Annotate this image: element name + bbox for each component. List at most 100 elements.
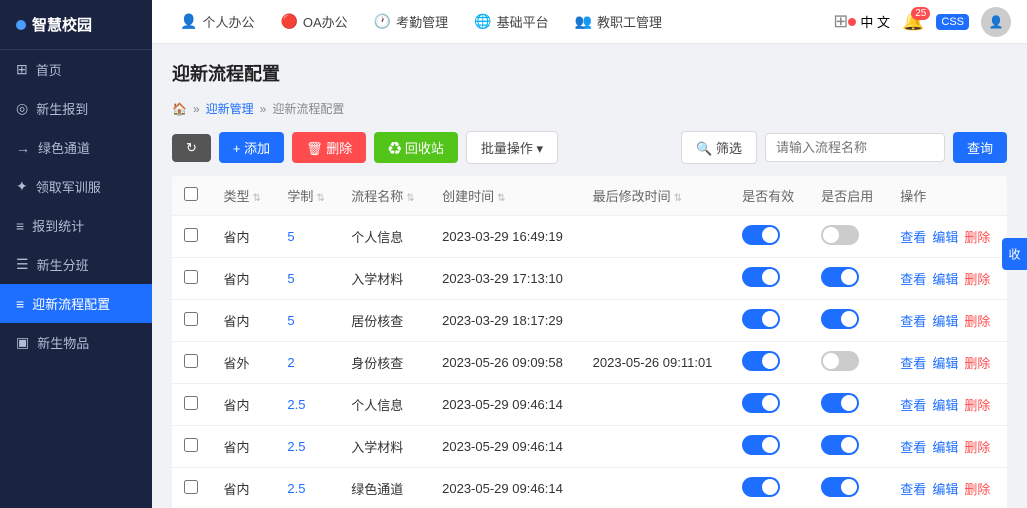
toggle-enabled-5[interactable]	[742, 435, 780, 455]
search-button[interactable]: 查询	[953, 132, 1007, 163]
sidebar-item-1[interactable]: ◎新生报到	[0, 89, 152, 128]
view-btn-5[interactable]: 查看	[900, 440, 926, 455]
sidebar-item-3[interactable]: ✦领取军训服	[0, 167, 152, 206]
refresh-button[interactable]: ↻	[172, 134, 211, 162]
cell-credit-3: 2	[275, 342, 339, 384]
toggle-active-1[interactable]	[821, 267, 859, 287]
topnav-item-4[interactable]: 👥教职工管理	[563, 6, 674, 37]
topnav-icon-3: 🌐	[474, 13, 491, 30]
topnav-item-0[interactable]: 👤个人办公	[168, 6, 266, 37]
toggle-enabled-2[interactable]	[742, 309, 780, 329]
cell-modified-3: 2023-05-26 09:11:01	[581, 342, 731, 384]
breadcrumb: 🏠 » 迎新管理 » 迎新流程配置	[172, 100, 1007, 117]
toggle-enabled-4[interactable]	[742, 393, 780, 413]
row-checkbox-5[interactable]	[184, 438, 198, 452]
view-btn-0[interactable]: 查看	[900, 230, 926, 245]
sidebar-item-2[interactable]: →绿色通道	[0, 128, 152, 167]
toggle-active-4[interactable]	[821, 393, 859, 413]
cell-credit-4: 2.5	[275, 384, 339, 426]
add-button[interactable]: + 添加	[219, 132, 284, 163]
delete-btn-6[interactable]: 删除	[964, 482, 990, 497]
breadcrumb-management[interactable]: 迎新管理	[206, 100, 254, 117]
delete-btn-0[interactable]: 删除	[964, 230, 990, 245]
edit-btn-5[interactable]: 编辑	[932, 440, 958, 455]
sidebar-item-7[interactable]: ▣新生物品	[0, 323, 152, 362]
row-checkbox-0[interactable]	[184, 228, 198, 242]
cell-enabled-0	[730, 216, 809, 258]
batch-button[interactable]: 批量操作 ▾	[466, 131, 558, 164]
view-btn-4[interactable]: 查看	[900, 398, 926, 413]
edit-btn-4[interactable]: 编辑	[932, 398, 958, 413]
cell-type-6: 省内	[212, 468, 276, 508]
sidebar-item-5[interactable]: ☰新生分班	[0, 245, 152, 284]
cell-name-2: 居份核查	[339, 300, 430, 342]
search-input[interactable]	[765, 133, 945, 162]
delete-btn-1[interactable]: 删除	[964, 272, 990, 287]
edit-btn-0[interactable]: 编辑	[932, 230, 958, 245]
topnav-label-1: OA办公	[303, 12, 348, 31]
toggle-active-2[interactable]	[821, 309, 859, 329]
home-icon[interactable]: 🏠	[172, 102, 187, 116]
breadcrumb-current: 迎新流程配置	[272, 100, 344, 117]
cell-created-2: 2023-03-29 18:17:29	[430, 300, 581, 342]
topnav-label-0: 个人办公	[202, 12, 254, 31]
sidebar-item-6[interactable]: ≡迎新流程配置	[0, 284, 152, 323]
delete-btn-4[interactable]: 删除	[964, 398, 990, 413]
view-btn-6[interactable]: 查看	[900, 482, 926, 497]
toggle-enabled-0[interactable]	[742, 225, 780, 245]
toggle-knob-active-4	[841, 395, 857, 411]
avatar[interactable]: 👤	[981, 7, 1011, 37]
col-header-0[interactable]: 类型⇅	[212, 176, 276, 216]
edit-btn-1[interactable]: 编辑	[932, 272, 958, 287]
col-header-5[interactable]: 是否有效	[730, 176, 809, 216]
edit-btn-2[interactable]: 编辑	[932, 314, 958, 329]
col-header-2[interactable]: 流程名称⇅	[339, 176, 430, 216]
notification-bell[interactable]: 🔔 25	[902, 11, 924, 32]
language-switcher[interactable]: 中 文	[848, 12, 890, 31]
toggle-knob-enabled-4	[762, 395, 778, 411]
topnav-item-2[interactable]: 🕐考勤管理	[362, 6, 460, 37]
delete-btn-5[interactable]: 删除	[964, 440, 990, 455]
grid-icon[interactable]: ⊞	[833, 11, 848, 32]
toggle-enabled-3[interactable]	[742, 351, 780, 371]
delete-btn-2[interactable]: 删除	[964, 314, 990, 329]
right-panel-tab[interactable]: 收	[1002, 238, 1027, 270]
topnav-item-3[interactable]: 🌐基础平台	[462, 6, 560, 37]
row-checkbox-2[interactable]	[184, 312, 198, 326]
select-all-checkbox[interactable]	[184, 187, 198, 201]
col-header-3[interactable]: 创建时间⇅	[430, 176, 581, 216]
toggle-active-3[interactable]	[821, 351, 859, 371]
sidebar-item-0[interactable]: ⊞首页	[0, 50, 152, 89]
delete-btn-3[interactable]: 删除	[964, 356, 990, 371]
toggle-active-6[interactable]	[821, 477, 859, 497]
view-btn-3[interactable]: 查看	[900, 356, 926, 371]
delete-button[interactable]: 🗑 删除	[292, 132, 366, 163]
edit-btn-3[interactable]: 编辑	[932, 356, 958, 371]
filter-button[interactable]: 🔍 筛选	[681, 131, 757, 164]
topnav-item-1[interactable]: 🔴OA办公	[268, 6, 359, 37]
row-checkbox-3[interactable]	[184, 354, 198, 368]
cell-type-2: 省内	[212, 300, 276, 342]
edit-btn-6[interactable]: 编辑	[932, 482, 958, 497]
toggle-enabled-6[interactable]	[742, 477, 780, 497]
col-header-1[interactable]: 学制⇅	[275, 176, 339, 216]
sidebar-menu: ⊞首页◎新生报到→绿色通道✦领取军训服≡报到统计☰新生分班≡迎新流程配置▣新生物…	[0, 50, 152, 508]
toggle-enabled-1[interactable]	[742, 267, 780, 287]
view-btn-1[interactable]: 查看	[900, 272, 926, 287]
recycle-button[interactable]: ♻ 回收站	[374, 132, 458, 163]
notification-badge: 25	[911, 7, 930, 20]
col-header-6[interactable]: 是否启用	[809, 176, 888, 216]
content-area: 迎新流程配置 🏠 » 迎新管理 » 迎新流程配置 ↻ + 添加 🗑 删除 ♻ 回…	[152, 44, 1027, 508]
col-header-4[interactable]: 最后修改时间⇅	[581, 176, 731, 216]
css-label: CSS	[936, 14, 969, 30]
view-btn-2[interactable]: 查看	[900, 314, 926, 329]
row-checkbox-4[interactable]	[184, 396, 198, 410]
toggle-active-0[interactable]	[821, 225, 859, 245]
row-checkbox-6[interactable]	[184, 480, 198, 494]
sort-icon: ⇅	[497, 193, 505, 204]
sidebar-item-4[interactable]: ≡报到统计	[0, 206, 152, 245]
toggle-active-5[interactable]	[821, 435, 859, 455]
row-checkbox-1[interactable]	[184, 270, 198, 284]
col-header-7[interactable]: 操作	[888, 176, 1007, 216]
breadcrumb-sep1: »	[193, 102, 200, 116]
